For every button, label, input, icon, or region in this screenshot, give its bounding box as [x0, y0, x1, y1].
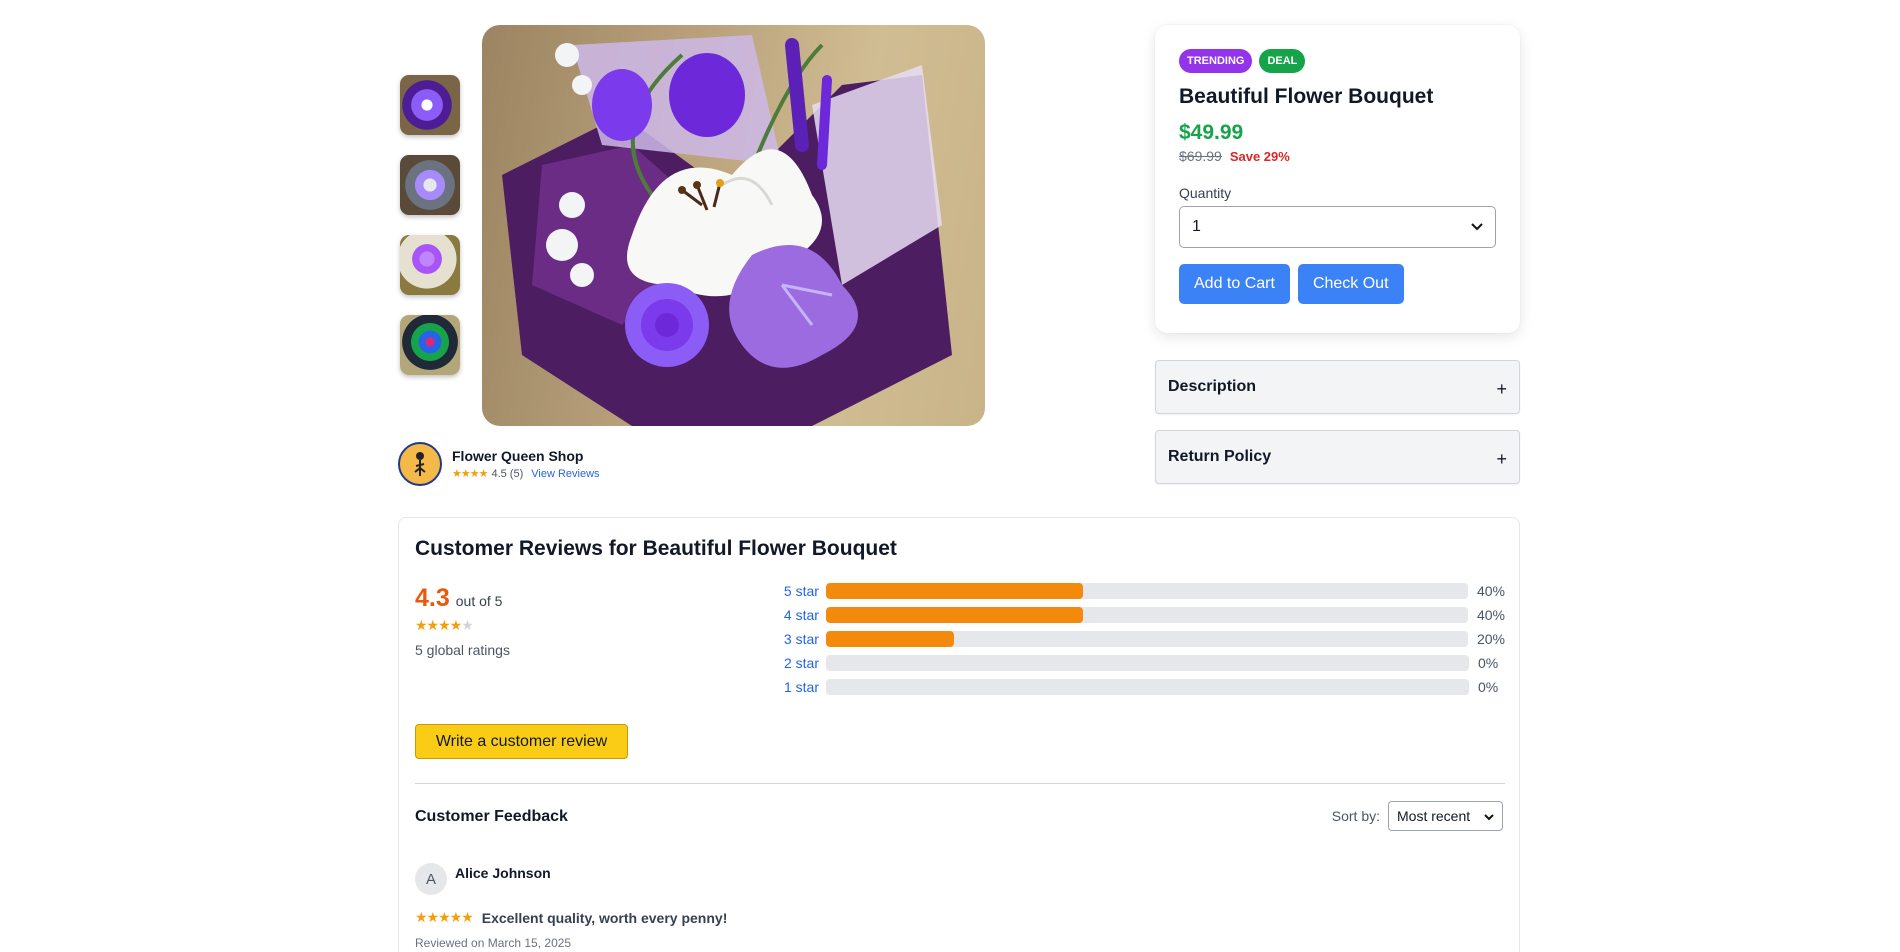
thumbnail-2[interactable] [400, 155, 460, 215]
bouquet-illustration [502, 35, 952, 426]
rating-label-4-star[interactable]: 4 star [775, 607, 819, 623]
rating-percent: 0% [1478, 655, 1499, 671]
action-buttons: Add to Cart Check Out [1179, 264, 1496, 304]
rating-label-3-star[interactable]: 3 star [775, 631, 819, 647]
review-item: A Alice Johnson ★★★★★ Excellent quality,… [415, 863, 1115, 950]
shop-meta: ★★★★ 4.5 (5) View Reviews [452, 467, 600, 481]
rating-bar-track [826, 655, 1469, 671]
sort-control: Sort by: Most recent [1332, 801, 1503, 831]
average-rating: 4.3 out of 5 [415, 584, 502, 613]
review-headline: Excellent quality, worth every penny! [481, 909, 728, 926]
shop-star-icons: ★★★★ [452, 468, 488, 480]
check-out-button[interactable]: Check Out [1297, 264, 1404, 304]
rating-row-5: 5 star 40% [775, 579, 1505, 603]
sort-value: Most recent [1397, 808, 1471, 824]
thumbnail-4[interactable] [400, 315, 460, 375]
shop-logo-icon[interactable] [398, 442, 442, 486]
reviewer-avatar: A [415, 863, 447, 895]
rating-bar-track [825, 631, 1468, 647]
shop-name[interactable]: Flower Queen Shop [452, 448, 600, 464]
rating-bar-fill [825, 583, 1083, 599]
rating-bar-track [825, 607, 1468, 623]
product-title: Beautiful Flower Bouquet [1179, 85, 1434, 108]
sort-label: Sort by: [1331, 808, 1380, 824]
rating-row-2: 2 star 0% [775, 651, 1505, 675]
review-rating-line: ★★★★★ Excellent quality, worth every pen… [415, 909, 1115, 926]
rating-percent: 40% [1476, 607, 1505, 623]
rating-percent: 0% [1478, 679, 1499, 695]
accordion-title: Return Policy [1168, 448, 1272, 465]
rating-percent: 20% [1476, 631, 1505, 647]
main-product-image [482, 25, 985, 426]
plus-icon[interactable]: + [1496, 379, 1507, 400]
empty-star-icon: ★ [461, 617, 474, 633]
quantity-value: 1 [1192, 218, 1201, 235]
review-header: A Alice Johnson [415, 863, 1115, 895]
quantity-label: Quantity [1179, 185, 1232, 201]
global-ratings-count: 5 global ratings [415, 642, 510, 658]
trending-badge: TRENDING [1179, 49, 1253, 73]
rating-bar-track [826, 679, 1469, 695]
plus-icon[interactable]: + [1496, 449, 1507, 470]
return-policy-accordion[interactable]: Return Policy + [1155, 430, 1520, 484]
thumbnail-list [400, 75, 460, 395]
write-review-button[interactable]: Write a customer review [415, 724, 628, 759]
description-accordion[interactable]: Description + [1155, 360, 1520, 414]
rating-row-4: 4 star 40% [775, 603, 1505, 627]
review-date: Reviewed on March 15, 2025 [415, 936, 572, 950]
reviews-title: Customer Reviews for Beautiful Flower Bo… [415, 537, 897, 560]
filled-star-icons: ★★★★ [415, 617, 462, 633]
rating-row-1: 1 star 0% [775, 675, 1505, 699]
sort-select[interactable]: Most recent [1388, 801, 1503, 831]
customer-feedback-title: Customer Feedback [415, 808, 568, 825]
rating-label-2-star[interactable]: 2 star [775, 655, 819, 671]
shop-rating: 4.5 (5) [491, 467, 524, 480]
reviewer-name: Alice Johnson [455, 865, 551, 881]
quantity-select[interactable]: 1 [1179, 206, 1496, 248]
out-of-text: out of 5 [455, 593, 503, 609]
chevron-down-icon [1471, 220, 1483, 234]
view-reviews-link[interactable]: View Reviews [531, 468, 599, 480]
add-to-cart-button[interactable]: Add to Cart [1179, 264, 1290, 304]
product-card: TRENDING DEAL Beautiful Flower Bouquet $… [1155, 25, 1520, 333]
thumbnail-1[interactable] [400, 75, 460, 135]
deal-badge: DEAL [1259, 49, 1306, 73]
rating-label-5-star[interactable]: 5 star [775, 583, 819, 599]
original-price: $69.99 [1179, 148, 1222, 164]
rating-percent: 40% [1476, 583, 1505, 599]
badge-row: TRENDING DEAL [1179, 49, 1496, 73]
review-star-icons: ★★★★★ [415, 909, 474, 925]
price-comparison: $69.99 Save 29% [1179, 148, 1496, 164]
accordion-title: Description [1168, 378, 1257, 395]
chevron-down-icon [1484, 808, 1494, 824]
product-page: Flower Queen Shop ★★★★ 4.5 (5) View Revi… [398, 0, 1520, 952]
rating-bar-fill [825, 631, 955, 647]
average-rating-value: 4.3 [415, 584, 450, 612]
rating-label-1-star[interactable]: 1 star [775, 679, 819, 695]
savings-text: Save 29% [1229, 148, 1290, 164]
rating-bar-fill [825, 607, 1083, 623]
rating-distribution: 5 star 40% 4 star 40% 3 star 20% 2 star … [775, 579, 1505, 699]
section-divider [415, 783, 1505, 784]
rating-bar-track [825, 583, 1468, 599]
shop-text: Flower Queen Shop ★★★★ 4.5 (5) View Revi… [452, 448, 600, 480]
thumbnail-3[interactable] [400, 235, 460, 295]
average-star-icons: ★★★★★ [415, 617, 474, 634]
customer-reviews-section: Customer Reviews for Beautiful Flower Bo… [398, 517, 1520, 952]
shop-info: Flower Queen Shop ★★★★ 4.5 (5) View Revi… [398, 442, 600, 486]
product-price: $49.99 [1179, 121, 1244, 144]
rating-row-3: 3 star 20% [775, 627, 1505, 651]
